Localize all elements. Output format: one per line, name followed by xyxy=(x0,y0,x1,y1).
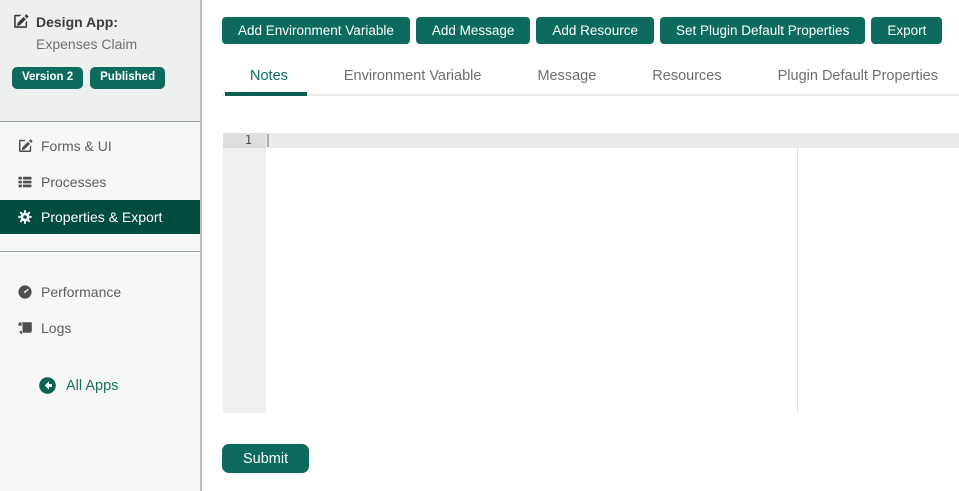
list-icon xyxy=(17,174,33,190)
tab-bar: Notes Environment Variable Message Resou… xyxy=(222,63,959,96)
sidebar-nav-primary: Forms & UI Processes Properties & Export xyxy=(0,122,200,234)
add-resource-button[interactable]: Add Resource xyxy=(536,17,654,44)
all-apps-label: All Apps xyxy=(66,377,119,394)
line-number: 1 xyxy=(244,133,252,147)
sidebar-item-label: Processes xyxy=(41,174,107,190)
sidebar-item-label: Performance xyxy=(41,284,122,300)
add-environment-variable-button[interactable]: Add Environment Variable xyxy=(222,17,410,44)
sidebar-item-label: Properties & Export xyxy=(41,209,163,225)
editor-content[interactable] xyxy=(270,133,959,413)
app-title-row: Design App: xyxy=(12,13,200,30)
notes-code-editor[interactable]: 1 xyxy=(222,133,959,413)
gauge-icon xyxy=(17,284,33,300)
sidebar-item-properties-export[interactable]: Properties & Export xyxy=(0,200,200,234)
app-name: Expenses Claim xyxy=(36,36,138,52)
sidebar-item-performance[interactable]: Performance xyxy=(0,274,200,310)
set-plugin-default-properties-button[interactable]: Set Plugin Default Properties xyxy=(659,17,866,44)
version-badge: Version 2 xyxy=(12,67,84,89)
text-cursor xyxy=(267,134,269,147)
sidebar: Design App: Expenses Claim Version 2 Pub… xyxy=(0,0,202,491)
tab-resources[interactable]: Resources xyxy=(624,63,749,94)
editor-gutter xyxy=(223,133,266,413)
badges-row: Version 2 Published xyxy=(12,67,200,89)
edit-square-icon xyxy=(12,13,29,30)
add-message-button[interactable]: Add Message xyxy=(415,17,531,44)
tab-plugin-default-properties[interactable]: Plugin Default Properties xyxy=(750,63,959,94)
sidebar-nav-secondary: Performance Logs xyxy=(0,252,200,346)
app-title: Design App: xyxy=(36,13,118,30)
tab-message[interactable]: Message xyxy=(509,63,624,94)
sidebar-item-logs[interactable]: Logs xyxy=(0,310,200,346)
main-content: Add Environment Variable Add Message Add… xyxy=(222,0,959,491)
app-header: Design App: Expenses Claim Version 2 Pub… xyxy=(0,0,200,122)
edit-square-icon xyxy=(17,138,33,154)
export-button[interactable]: Export xyxy=(871,17,943,44)
submit-button[interactable]: Submit xyxy=(222,444,310,473)
all-apps-link[interactable]: All Apps xyxy=(38,376,200,395)
sidebar-item-forms-ui[interactable]: Forms & UI xyxy=(0,128,200,164)
sidebar-item-label: Logs xyxy=(41,320,72,336)
gear-icon xyxy=(17,209,33,225)
sidebar-item-processes[interactable]: Processes xyxy=(0,164,200,200)
tab-notes[interactable]: Notes xyxy=(222,63,316,96)
toolbar: Add Environment Variable Add Message Add… xyxy=(222,17,959,44)
arrow-circle-left-icon xyxy=(38,376,57,395)
tab-environment-variable[interactable]: Environment Variable xyxy=(316,63,510,94)
scroll-icon xyxy=(17,320,33,336)
status-badge: Published xyxy=(90,67,166,89)
sidebar-item-label: Forms & UI xyxy=(41,138,112,154)
